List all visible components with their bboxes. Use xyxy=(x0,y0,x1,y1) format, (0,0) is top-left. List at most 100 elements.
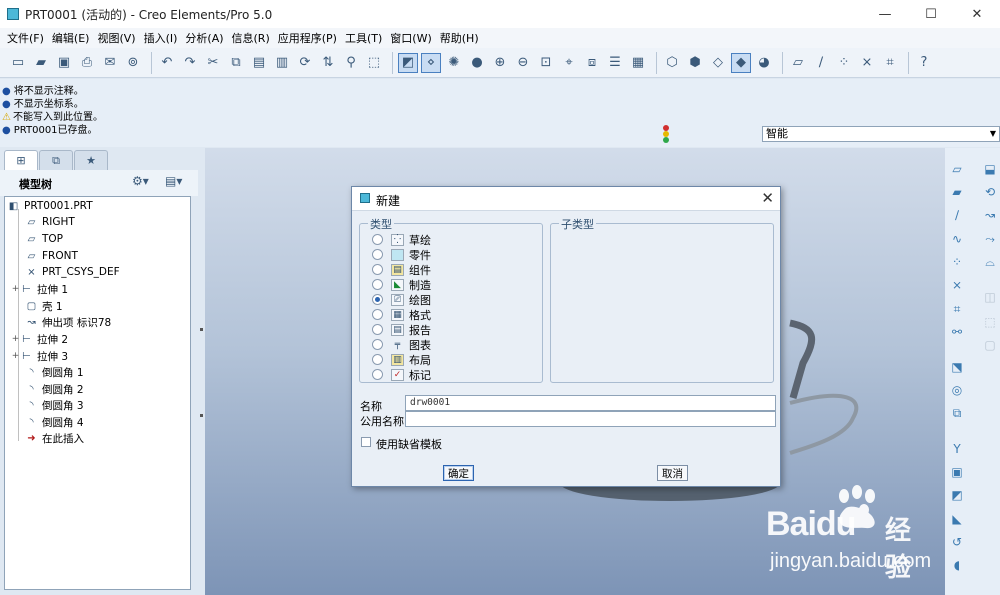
selection-filter-select[interactable]: 智能 ▼ xyxy=(762,126,1000,142)
cut-icon[interactable]: ✂ xyxy=(203,53,223,73)
tab-folder-browser[interactable]: ⧉ xyxy=(39,150,73,170)
menu-edit[interactable]: 编辑(E) xyxy=(48,30,94,46)
tree-item[interactable]: ⨯ PRT_CSYS_DEF xyxy=(25,264,119,280)
menu-analysis[interactable]: 分析(A) xyxy=(181,30,227,46)
type-option-layout[interactable]: ▥ 布局 xyxy=(372,352,431,367)
tree-item[interactable]: + ⊢ 拉伸 2 xyxy=(11,331,68,347)
type-option-format[interactable]: ▦ 格式 xyxy=(372,307,431,322)
datum-points-display-icon[interactable]: ⁘ xyxy=(834,53,854,73)
radio-button[interactable] xyxy=(372,234,383,245)
context-help-icon[interactable]: ? xyxy=(914,53,934,73)
mirror-tool-icon[interactable]: ◫ xyxy=(981,288,999,306)
common-name-field[interactable] xyxy=(405,411,776,427)
reorient-icon[interactable]: ⌖ xyxy=(559,53,579,73)
zoom-out-icon[interactable]: ⊖ xyxy=(513,53,533,73)
redo-icon[interactable]: ↷ xyxy=(180,53,200,73)
radio-button[interactable] xyxy=(372,279,383,290)
wireframe-icon[interactable]: ⬡ xyxy=(662,53,682,73)
draft-tool-icon[interactable]: ▣ xyxy=(948,463,966,481)
orient-mode-icon[interactable]: ✺ xyxy=(444,53,464,73)
print-icon[interactable]: ⎙ xyxy=(77,53,97,73)
measure-tool-icon[interactable]: ⚯ xyxy=(948,323,966,341)
datum-planes-display-icon[interactable]: ▱ xyxy=(788,53,808,73)
refit-icon[interactable]: ⊡ xyxy=(536,53,556,73)
menu-insert[interactable]: 插入(I) xyxy=(140,30,182,46)
regen-manager-icon[interactable]: ⇅ xyxy=(318,53,338,73)
menu-file[interactable]: 文件(F) xyxy=(3,30,48,46)
shading-icon[interactable]: ◆ xyxy=(731,52,751,73)
radio-button[interactable] xyxy=(372,354,383,365)
blend-tool-icon[interactable]: ⤳ xyxy=(981,230,999,248)
extrude-tool-icon[interactable]: ⬓ xyxy=(981,160,999,178)
menu-help[interactable]: 帮助(H) xyxy=(436,30,483,46)
paste-special-icon[interactable]: ▥ xyxy=(272,53,292,73)
curve-tool-icon[interactable]: ∕ xyxy=(948,206,966,224)
menu-view[interactable]: 视图(V) xyxy=(93,30,139,46)
zoom-in-icon[interactable]: ⊕ xyxy=(490,53,510,73)
type-option-report[interactable]: ▤ 报告 xyxy=(372,322,431,337)
tree-item[interactable]: ◝ 倒圆角 4 xyxy=(25,414,84,430)
sketch-curve-icon[interactable]: ∿ xyxy=(948,230,966,248)
use-default-template-checkbox[interactable] xyxy=(361,437,371,447)
tree-item[interactable]: ▢ 壳 1 xyxy=(25,298,63,314)
rib-tool-icon[interactable]: Y xyxy=(948,440,966,458)
tree-item[interactable]: + ⊢ 拉伸 1 xyxy=(11,281,68,297)
shell-tool-icon[interactable]: ⧉ xyxy=(948,404,966,422)
datum-axis-tool-icon[interactable]: ▰ xyxy=(948,183,966,201)
close-icon[interactable]: ✕ xyxy=(761,189,774,207)
csys-display-icon[interactable]: ⨯ xyxy=(857,53,877,73)
datum-plane-tool-icon[interactable]: ▱ xyxy=(948,160,966,178)
radio-button[interactable] xyxy=(372,324,383,335)
spin-center-icon[interactable]: ⋄ xyxy=(421,52,441,73)
paste-icon[interactable]: ▤ xyxy=(249,53,269,73)
type-option-assembly[interactable]: ▤ 组件 xyxy=(372,262,431,277)
analysis-feature-icon[interactable]: ⌗ xyxy=(948,300,966,318)
expand-icon[interactable]: + xyxy=(11,351,20,361)
menu-info[interactable]: 信息(R) xyxy=(228,30,274,46)
maximize-button[interactable]: ☐ xyxy=(908,0,954,28)
tab-model-tree[interactable]: ⊞ xyxy=(4,150,38,170)
ok-button[interactable]: 确定 xyxy=(443,465,474,481)
merge-tool-icon[interactable]: ⬚ xyxy=(981,313,999,331)
revolve-tool-icon[interactable]: ⟲ xyxy=(981,183,999,201)
tree-item[interactable]: ▱ FRONT xyxy=(25,248,78,264)
tree-settings-icon[interactable]: ⚙▾ xyxy=(132,174,149,188)
tree-item[interactable]: + ⊢ 拉伸 3 xyxy=(11,348,68,364)
tree-item[interactable]: ▱ RIGHT xyxy=(25,214,75,230)
datum-point-tool-icon[interactable]: ⁘ xyxy=(948,253,966,271)
saved-views-icon[interactable]: ⧈ xyxy=(582,53,602,73)
radio-button[interactable] xyxy=(372,249,383,260)
type-option-manufacturing[interactable]: ◣ 制造 xyxy=(372,277,431,292)
datum-axes-display-icon[interactable]: ∕ xyxy=(811,53,831,73)
type-option-diagram[interactable]: ╤ 图表 xyxy=(372,337,431,352)
select-box-icon[interactable]: ⬚ xyxy=(364,53,384,73)
radio-button[interactable] xyxy=(372,309,383,320)
no-hidden-icon[interactable]: ◇ xyxy=(708,53,728,73)
hidden-line-icon[interactable]: ⬢ xyxy=(685,53,705,73)
close-button[interactable]: ✕ xyxy=(954,0,1000,28)
find-icon[interactable]: ⚲ xyxy=(341,53,361,73)
sketch-view-icon[interactable]: ◩ xyxy=(398,52,418,73)
view-orient-tool-icon[interactable]: ⬔ xyxy=(948,358,966,376)
tree-item[interactable]: ◝ 倒圆角 2 xyxy=(25,381,84,397)
type-option-markup[interactable]: ✓ 标记 xyxy=(372,367,431,382)
copy-icon[interactable]: ⧉ xyxy=(226,53,246,73)
new-file-icon[interactable]: ▭ xyxy=(8,53,28,73)
send-link-icon[interactable]: ⊚ xyxy=(123,53,143,73)
appearance-icon[interactable]: ● xyxy=(467,53,487,73)
minimize-button[interactable]: — xyxy=(862,0,908,28)
save-icon[interactable]: ▣ xyxy=(54,53,74,73)
cancel-button[interactable]: 取消 xyxy=(657,465,688,481)
radio-button[interactable] xyxy=(372,339,383,350)
tree-item[interactable]: ◝ 倒圆角 3 xyxy=(25,397,84,413)
type-option-part[interactable]: 零件 xyxy=(372,247,431,262)
expand-icon[interactable]: + xyxy=(11,334,20,344)
type-option-drawing[interactable]: ⎚ 绘图 xyxy=(372,292,431,307)
hole-tool-icon[interactable]: ◎ xyxy=(948,381,966,399)
tree-item[interactable]: ◧ PRT0001.PRT xyxy=(7,198,93,214)
view-manager-icon[interactable]: ▦ xyxy=(628,53,648,73)
boundary-blend-icon[interactable]: ⌓ xyxy=(981,253,999,271)
annotations-display-icon[interactable]: ⌗ xyxy=(880,53,900,73)
tab-favorites[interactable]: ★ xyxy=(74,150,108,170)
tree-item[interactable]: ▱ TOP xyxy=(25,231,63,247)
